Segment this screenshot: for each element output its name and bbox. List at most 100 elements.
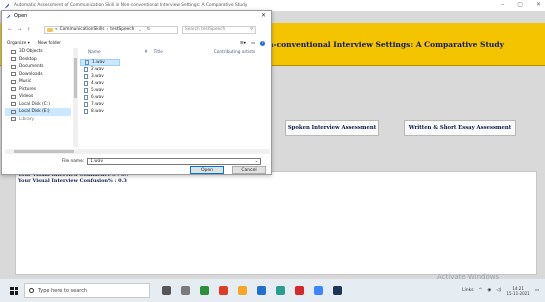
nav-item-local-disk-c[interactable]: Local Disk (C:) bbox=[5, 101, 71, 109]
nav-item-downloads[interactable]: Downloads bbox=[5, 71, 71, 79]
minimize-button[interactable]: – bbox=[501, 1, 504, 8]
app-icon[interactable] bbox=[219, 286, 228, 295]
refresh-icon[interactable]: ↻ bbox=[147, 27, 151, 32]
path-overflow: « bbox=[55, 27, 58, 32]
app-icon[interactable] bbox=[181, 286, 190, 295]
app-icon[interactable] bbox=[276, 286, 285, 295]
file-name: 1.wav bbox=[92, 60, 105, 65]
nav-item-local-disk-e[interactable]: Local Disk (E:) bbox=[5, 108, 71, 116]
view-options-icon[interactable]: ☰▾ bbox=[240, 41, 246, 46]
address-row: ← → ↑ « CommunicationSkills › testSpeech… bbox=[5, 25, 268, 34]
close-button[interactable]: ✕ bbox=[536, 1, 541, 8]
download-icon bbox=[11, 72, 16, 77]
windows-start-icon[interactable] bbox=[10, 286, 18, 295]
view-controls: ☰▾ ▭ ? bbox=[240, 40, 265, 46]
help-icon[interactable]: ? bbox=[260, 40, 265, 46]
picture-icon bbox=[11, 87, 16, 92]
file-item[interactable]: 6.wav bbox=[80, 94, 124, 101]
up-arrow-icon[interactable]: ↑ bbox=[26, 27, 30, 33]
file-item[interactable]: 5.wav bbox=[80, 87, 124, 94]
column-number[interactable]: # bbox=[144, 50, 153, 55]
chrome-icon[interactable] bbox=[238, 286, 247, 295]
folder-icon bbox=[47, 27, 53, 32]
audio-file-icon bbox=[84, 109, 88, 114]
written-essay-button[interactable]: Written & Short Essay Assessment bbox=[404, 120, 516, 136]
audio-file-icon bbox=[84, 102, 88, 107]
path-segment-communicationskills[interactable]: CommunicationSkills bbox=[60, 27, 105, 32]
feather-icon bbox=[6, 14, 11, 18]
file-name-row: File name: 1.wav ⌄ bbox=[62, 158, 262, 165]
app-icon[interactable] bbox=[257, 286, 266, 295]
horizontal-scrollbar[interactable] bbox=[5, 149, 270, 154]
back-arrow-icon[interactable]: ← bbox=[8, 27, 12, 33]
app-icon[interactable] bbox=[314, 286, 323, 295]
forward-arrow-icon[interactable]: → bbox=[17, 27, 21, 33]
address-bar[interactable]: « CommunicationSkills › testSpeech ⌄ ↻ bbox=[44, 25, 178, 34]
nav-item-desktop[interactable]: Desktop bbox=[5, 56, 71, 64]
search-input[interactable]: Search testSpeech ⚲ bbox=[182, 25, 256, 34]
dialog-title: Open bbox=[14, 13, 28, 19]
file-item[interactable]: 4.wav bbox=[80, 80, 124, 87]
file-item[interactable]: 1.wav bbox=[80, 59, 120, 66]
file-name: 3.wav bbox=[91, 74, 104, 79]
column-contributing-artists[interactable]: Contributing artists bbox=[214, 50, 270, 55]
system-tray: Links ^ ◉ ◁) 14:21 15-11-2021 ▭ bbox=[462, 286, 545, 296]
column-headers: Name # Title Contributing artists bbox=[80, 49, 270, 55]
app-icon[interactable] bbox=[295, 286, 304, 295]
maximize-button[interactable]: ▢ bbox=[517, 1, 523, 8]
audio-file-icon bbox=[85, 60, 89, 65]
file-item[interactable]: 7.wav bbox=[80, 101, 124, 108]
file-name: 5.wav bbox=[91, 88, 104, 93]
chevron-down-icon[interactable]: ⌄ bbox=[138, 27, 141, 32]
network-icon[interactable]: ◉ bbox=[487, 288, 491, 293]
notification-icon[interactable]: ▭ bbox=[535, 288, 539, 293]
spoken-interview-button[interactable]: Spoken Interview Assessment bbox=[285, 120, 379, 136]
chevron-down-icon[interactable]: ⌄ bbox=[255, 159, 259, 164]
nav-item-label: Downloads bbox=[19, 71, 43, 77]
new-folder-button[interactable]: New folder bbox=[38, 41, 61, 46]
task-view-icon[interactable] bbox=[162, 286, 171, 295]
file-name: 4.wav bbox=[91, 81, 104, 86]
nav-item-pictures[interactable]: Pictures bbox=[5, 86, 71, 94]
organize-button[interactable]: Organize ▾ bbox=[7, 41, 30, 46]
column-title[interactable]: Title bbox=[154, 50, 214, 55]
app-icon[interactable] bbox=[200, 286, 209, 295]
dialog-close-button[interactable]: ✕ bbox=[261, 12, 266, 19]
music-icon bbox=[11, 79, 16, 84]
nav-item-label: Pictures bbox=[19, 86, 37, 92]
chevron-up-icon[interactable]: ^ bbox=[479, 288, 483, 293]
nav-item-label: Local Disk (C:) bbox=[19, 101, 50, 107]
nav-item-label: Music bbox=[19, 79, 32, 85]
file-name-input[interactable]: 1.wav ⌄ bbox=[87, 158, 262, 165]
cancel-button[interactable]: Cancel bbox=[232, 166, 266, 174]
open-dialog: Open ✕ ← → ↑ « CommunicationSkills › tes… bbox=[1, 10, 272, 175]
path-segment-testspeech[interactable]: testSpeech bbox=[110, 27, 134, 32]
file-item[interactable]: 3.wav bbox=[80, 73, 124, 80]
open-button[interactable]: Open bbox=[190, 166, 224, 174]
clock-date: 15-11-2021 bbox=[506, 290, 530, 296]
nav-item-library[interactable]: Library bbox=[5, 116, 71, 124]
audio-file-icon bbox=[84, 88, 88, 93]
scrollbar-thumb[interactable] bbox=[14, 150, 74, 153]
taskbar-search-input[interactable]: Type here to search bbox=[24, 283, 150, 298]
clock[interactable]: 14:21 15-11-2021 bbox=[506, 286, 529, 296]
file-item[interactable]: 2.wav bbox=[80, 66, 124, 73]
file-item[interactable]: 8.wav bbox=[80, 108, 124, 115]
search-icon bbox=[29, 288, 34, 293]
nav-item-3d-objects[interactable]: 3D Objects bbox=[5, 48, 71, 56]
nav-item-videos[interactable]: Videos bbox=[5, 93, 71, 101]
nav-item-music[interactable]: Music bbox=[5, 78, 71, 86]
preview-pane-icon[interactable]: ▭ bbox=[251, 41, 255, 46]
scrollbar-thumb[interactable] bbox=[74, 58, 77, 98]
nav-item-label: Desktop bbox=[19, 56, 37, 62]
column-name[interactable]: Name bbox=[80, 50, 144, 55]
file-name: 6.wav bbox=[91, 95, 104, 100]
nav-item-documents[interactable]: Documents bbox=[5, 63, 71, 71]
app-icon[interactable] bbox=[333, 286, 342, 295]
file-name-value: 1.wav bbox=[90, 159, 103, 164]
tray-links[interactable]: Links bbox=[462, 288, 474, 293]
feather-icon bbox=[4, 3, 9, 8]
volume-icon[interactable]: ◁) bbox=[496, 288, 501, 293]
nav-scrollbar[interactable] bbox=[73, 48, 78, 147]
nav-item-label: Library bbox=[19, 116, 35, 122]
